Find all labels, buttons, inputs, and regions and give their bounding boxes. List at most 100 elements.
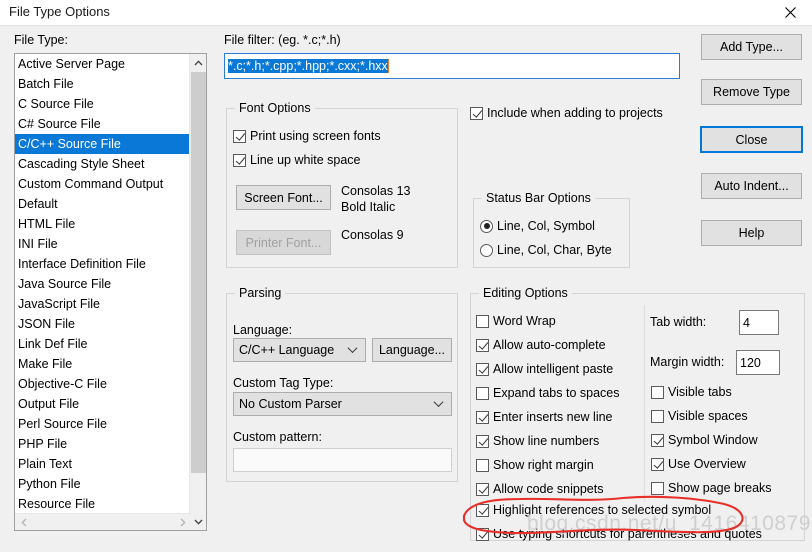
auto-indent-button[interactable]: Auto Indent... <box>701 173 802 199</box>
chevron-up-icon[interactable] <box>190 54 206 71</box>
screen-font-value-line1: Consolas 13 <box>341 184 411 198</box>
list-item[interactable]: Default <box>15 194 191 214</box>
checkbox-box <box>651 433 664 447</box>
printer-font-value: Consolas 9 <box>341 228 404 242</box>
listbox-horizontal-scrollbar[interactable] <box>15 513 191 530</box>
editing-option-use-overview-checkbox[interactable]: Use Overview <box>651 457 746 471</box>
checkbox-label: Show right margin <box>493 458 594 472</box>
editing-option-expand-tabs-to-spaces-checkbox[interactable]: Expand tabs to spaces <box>476 386 619 400</box>
editing-option-allow-code-snippets-checkbox[interactable]: Allow code snippets <box>476 482 603 496</box>
file-type-options-dialog: File Type Options File Type: Active Serv… <box>0 0 812 552</box>
margin-width-input[interactable]: 120 <box>736 350 780 375</box>
file-type-listbox[interactable]: Active Server Page Batch File C Source Fil… <box>14 53 207 531</box>
list-item[interactable]: Batch File <box>15 74 191 94</box>
editing-option-visible-tabs-checkbox[interactable]: Visible tabs <box>651 385 732 399</box>
add-type-button[interactable]: Add Type... <box>701 34 802 60</box>
margin-width-value: 120 <box>740 355 761 370</box>
list-item[interactable]: INI File <box>15 234 191 254</box>
list-item[interactable]: Perl Source File <box>15 414 191 434</box>
file-filter-input[interactable]: *.c;*.h;*.cpp;*.hpp;*.cxx;*.hxx <box>224 53 680 79</box>
editing-option-symbol-window-checkbox[interactable]: Symbol Window <box>651 433 758 447</box>
checkbox-box <box>476 338 489 352</box>
font-options-title: Font Options <box>235 101 315 115</box>
screen-font-value-line2: Bold Italic <box>341 200 396 214</box>
help-button[interactable]: Help <box>701 220 802 246</box>
screen-font-button[interactable]: Screen Font... <box>236 185 331 210</box>
checkbox-box <box>476 503 489 517</box>
window-title: File Type Options <box>9 4 110 19</box>
close-x-icon[interactable] <box>768 0 812 24</box>
custom-pattern-input[interactable] <box>233 448 452 472</box>
radio-label: Line, Col, Symbol <box>497 219 595 233</box>
radio-label: Line, Col, Char, Byte <box>497 243 612 257</box>
language-dropdown[interactable]: C/C++ Language <box>233 338 366 362</box>
custom-tag-type-dropdown[interactable]: No Custom Parser <box>233 392 452 416</box>
list-item[interactable]: Custom Command Output <box>15 174 191 194</box>
list-item[interactable]: Python File <box>15 474 191 494</box>
printer-font-button[interactable]: Printer Font... <box>236 230 331 255</box>
checkbox-label: Visible spaces <box>668 409 748 423</box>
editing-option-allow-auto-complete-checkbox[interactable]: Allow auto-complete <box>476 338 606 352</box>
list-item[interactable]: Interface Definition File <box>15 254 191 274</box>
editing-option-visible-spaces-checkbox[interactable]: Visible spaces <box>651 409 748 423</box>
checkbox-box <box>233 129 246 143</box>
editing-option-word-wrap-checkbox[interactable]: Word Wrap <box>476 314 556 328</box>
list-item[interactable]: Output File <box>15 394 191 414</box>
vertical-scrollbar-thumb[interactable] <box>191 72 206 473</box>
list-item[interactable]: PHP File <box>15 434 191 454</box>
checkbox-box <box>651 409 664 423</box>
listbox-vertical-scrollbar[interactable] <box>189 54 206 530</box>
editing-option-show-line-numbers-checkbox[interactable]: Show line numbers <box>476 434 599 448</box>
tab-width-input[interactable]: 4 <box>739 310 779 335</box>
include-when-adding-to-projects-checkbox[interactable]: Include when adding to projects <box>470 106 663 120</box>
list-item[interactable]: C# Source File <box>15 114 191 134</box>
list-item[interactable]: C/C++ Source File <box>15 134 191 154</box>
checkbox-label: Use typing shortcuts for parentheses and… <box>493 527 762 541</box>
editing-option-highlight-references-to-selected-symbol-checkbox[interactable]: Highlight references to selected symbol <box>476 503 711 517</box>
list-item[interactable]: Resource File <box>15 494 191 514</box>
checkbox-label: Symbol Window <box>668 433 758 447</box>
chevron-down-icon <box>435 399 444 408</box>
list-item[interactable]: C Source File <box>15 94 191 114</box>
editing-option-show-right-margin-checkbox[interactable]: Show right margin <box>476 458 594 472</box>
file-filter-value: *.c;*.h;*.cpp;*.hpp;*.cxx;*.hxx <box>228 59 388 73</box>
checkbox-label: Word Wrap <box>493 314 556 328</box>
chevron-down-icon[interactable] <box>190 513 206 530</box>
editing-option-allow-intelligent-paste-checkbox[interactable]: Allow intelligent paste <box>476 362 613 376</box>
print-using-screen-fonts-checkbox[interactable]: Print using screen fonts <box>233 129 381 143</box>
language-label: Language: <box>233 323 293 337</box>
custom-tag-type-label: Custom Tag Type: <box>233 376 334 390</box>
status-bar-option-line-col-symbol[interactable]: Line, Col, Symbol <box>480 219 595 233</box>
remove-type-button[interactable]: Remove Type <box>701 79 802 105</box>
list-item[interactable]: Make File <box>15 354 191 374</box>
checkbox-box <box>476 527 489 541</box>
list-item[interactable]: Objective-C File <box>15 374 191 394</box>
status-bar-options-title: Status Bar Options <box>482 191 595 205</box>
chevron-left-icon[interactable] <box>15 514 32 530</box>
list-item[interactable]: JSON File <box>15 314 191 334</box>
editing-option-show-page-breaks-checkbox[interactable]: Show page breaks <box>651 481 772 495</box>
chevron-right-icon[interactable] <box>174 514 191 530</box>
language-button[interactable]: Language... <box>372 338 452 362</box>
close-button[interactable]: Close <box>700 126 803 153</box>
list-item[interactable]: JavaScript File <box>15 294 191 314</box>
checkbox-box <box>476 458 489 472</box>
checkbox-box <box>470 106 483 120</box>
checkbox-label: Show page breaks <box>668 481 772 495</box>
editing-option-enter-inserts-new-line-checkbox[interactable]: Enter inserts new line <box>476 410 613 424</box>
list-item[interactable]: Java Source File <box>15 274 191 294</box>
list-item[interactable]: Plain Text <box>15 454 191 474</box>
line-up-white-space-checkbox[interactable]: Line up white space <box>233 153 361 167</box>
list-item[interactable]: Cascading Style Sheet <box>15 154 191 174</box>
list-item[interactable]: Active Server Page <box>15 54 191 74</box>
list-item[interactable]: Link Def File <box>15 334 191 354</box>
checkbox-label: Allow code snippets <box>493 482 604 496</box>
checkbox-label: Line up white space <box>250 153 361 167</box>
checkbox-box <box>651 457 664 471</box>
checkbox-label: Include when adding to projects <box>487 106 663 120</box>
editing-option-use-typing-shortcuts-for-parentheses-and-quotes-checkbox[interactable]: Use typing shortcuts for parentheses and… <box>476 527 762 541</box>
custom-tag-type-value: No Custom Parser <box>239 397 342 411</box>
status-bar-option-line-col-char-byte[interactable]: Line, Col, Char, Byte <box>480 243 612 257</box>
list-item[interactable]: HTML File <box>15 214 191 234</box>
checkbox-box <box>651 385 664 399</box>
